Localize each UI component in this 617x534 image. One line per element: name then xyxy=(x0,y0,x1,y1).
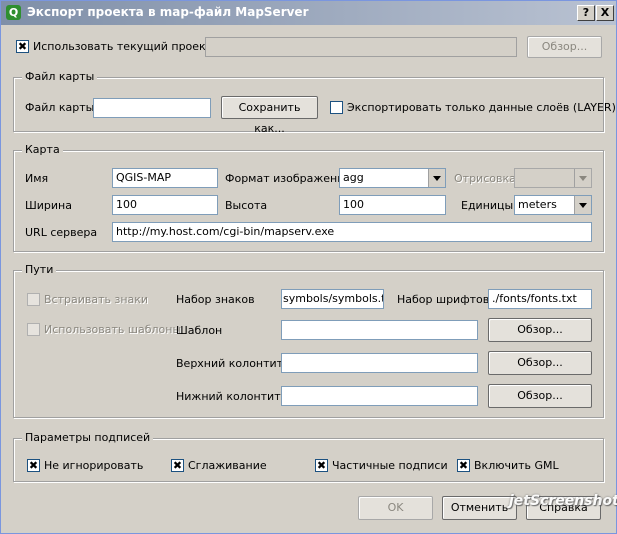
height-label: Высота xyxy=(225,199,268,212)
fontset-label: Набор шрифтов xyxy=(397,293,490,306)
embed-symbols-label: Встраивать знаки xyxy=(44,293,149,306)
use-current-project-label: Использовать текущий проект xyxy=(33,40,213,53)
render-select[interactable] xyxy=(514,168,592,188)
embed-symbols-checkbox[interactable] xyxy=(27,293,40,306)
image-format-select[interactable]: agg xyxy=(339,168,446,188)
project-browse-button[interactable]: Обзор... xyxy=(527,36,602,58)
layers-only-label: Экспортировать только данные слоёв (LAYE… xyxy=(347,101,616,114)
ok-button[interactable]: OK xyxy=(358,496,433,520)
server-url-input[interactable]: http://my.host.com/cgi-bin/mapserv.exe xyxy=(112,222,592,242)
paths-group-legend: Пути xyxy=(22,263,57,276)
project-path-input[interactable] xyxy=(205,37,517,57)
help-title-button[interactable]: ? xyxy=(577,5,595,21)
use-current-project-checkbox[interactable]: ✖ xyxy=(16,40,29,53)
partials-label: Частичные подписи xyxy=(332,459,448,472)
fontset-input[interactable]: ./fonts/fonts.txt xyxy=(488,289,592,309)
units-select[interactable]: meters xyxy=(514,195,592,215)
header-browse-button[interactable]: Обзор... xyxy=(488,351,592,375)
qgis-app-icon: Q xyxy=(6,5,21,20)
map-name-input[interactable]: QGIS-MAP xyxy=(112,168,218,188)
antialias-checkbox[interactable]: ✖ xyxy=(171,459,184,472)
header-input[interactable] xyxy=(281,353,478,373)
chevron-down-icon xyxy=(574,169,591,187)
layers-only-checkbox[interactable] xyxy=(330,101,343,114)
chevron-down-icon xyxy=(574,196,591,214)
no-ignore-label: Не игнорировать xyxy=(44,459,144,472)
header-label: Верхний колонтиту xyxy=(176,357,290,370)
server-url-label: URL сервера xyxy=(25,226,98,239)
units-label: Единицы xyxy=(461,199,514,212)
gml-checkbox[interactable]: ✖ xyxy=(457,459,470,472)
mapfile-label: Файл карты xyxy=(25,101,95,114)
footer-input[interactable] xyxy=(281,386,478,406)
template-label: Шаблон xyxy=(176,324,223,337)
units-value: meters xyxy=(518,198,557,211)
window-title: Экспорт проекта в map-файл MapServer xyxy=(27,5,309,19)
width-input[interactable]: 100 xyxy=(112,195,218,215)
title-bar: Q Экспорт проекта в map-файл MapServer ?… xyxy=(1,1,616,25)
use-templates-checkbox[interactable] xyxy=(27,323,40,336)
image-format-value: agg xyxy=(343,171,364,184)
save-as-button[interactable]: Сохранить как... xyxy=(221,96,318,135)
gml-label: Включить GML xyxy=(474,459,559,472)
watermark-logo: jetScreenshot xyxy=(509,493,617,509)
footer-browse-button[interactable]: Обзор... xyxy=(488,384,592,408)
use-templates-label: Использовать шаблоны xyxy=(44,323,182,336)
antialias-label: Сглаживание xyxy=(188,459,267,472)
width-label: Ширина xyxy=(25,199,72,212)
close-button[interactable]: X xyxy=(596,5,614,21)
map-name-label: Имя xyxy=(25,172,49,185)
symbolset-label: Набор знаков xyxy=(176,293,255,306)
mapfile-input[interactable] xyxy=(93,98,211,118)
template-browse-button[interactable]: Обзор... xyxy=(488,318,592,342)
height-input[interactable]: 100 xyxy=(339,195,446,215)
render-label: Отрисовка xyxy=(454,172,516,185)
template-input[interactable] xyxy=(281,320,478,340)
chevron-down-icon xyxy=(428,169,445,187)
image-format-label: Формат изображения xyxy=(225,172,351,185)
export-dialog: Q Экспорт проекта в map-файл MapServer ?… xyxy=(0,0,617,534)
mapfile-group-legend: Файл карты xyxy=(22,70,98,83)
partials-checkbox[interactable]: ✖ xyxy=(315,459,328,472)
no-ignore-checkbox[interactable]: ✖ xyxy=(27,459,40,472)
label-options-legend: Параметры подписей xyxy=(22,431,154,444)
footer-label: Нижний колонтиту xyxy=(176,390,288,403)
cancel-button[interactable]: Отменить xyxy=(442,496,517,520)
symbolset-input[interactable]: symbols/symbols.txt xyxy=(281,289,384,309)
map-group-legend: Карта xyxy=(22,143,63,156)
